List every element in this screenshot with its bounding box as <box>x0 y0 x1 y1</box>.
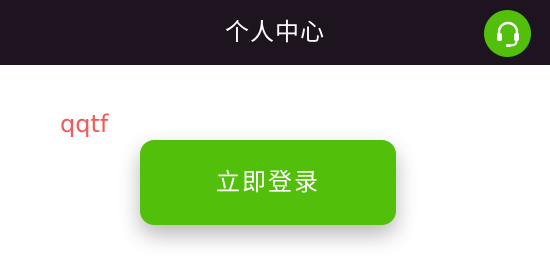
page-title: 个人中心 <box>225 18 325 46</box>
username-label: qqtf <box>60 110 109 138</box>
top-navigation-bar: 个人中心 <box>0 0 550 65</box>
customer-service-button[interactable] <box>484 10 531 57</box>
login-button[interactable]: 立即登录 <box>140 140 396 225</box>
headset-icon <box>496 21 519 47</box>
